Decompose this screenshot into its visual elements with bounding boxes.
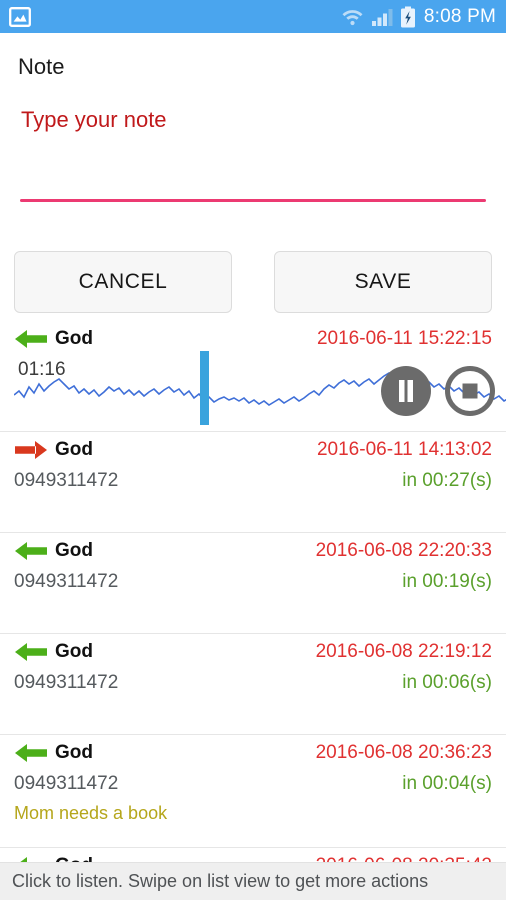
call-duration: in 00:19(s) [402, 571, 492, 592]
stop-button[interactable] [444, 365, 496, 422]
call-row-details: 0949311472 in 00:04(s) [14, 765, 492, 795]
call-duration: in 00:27(s) [402, 470, 492, 491]
table-row[interactable]: God 2016-06-08 20:36:23 0949311472 in 00… [0, 735, 506, 848]
phone-number: 0949311472 [14, 773, 119, 794]
cell-signal-icon [371, 7, 393, 27]
hint-bar: Click to listen. Swipe on list view to g… [0, 862, 506, 900]
save-button[interactable]: SAVE [274, 251, 492, 313]
call-row-header: God 2016-06-08 22:19:12 [14, 634, 492, 664]
phone-number: 0949311472 [14, 672, 119, 693]
playback-playhead[interactable] [200, 351, 209, 425]
note-input[interactable] [20, 105, 486, 137]
call-row-details: 0949311472 in 00:06(s) [14, 664, 492, 694]
note-form: Note [0, 33, 506, 202]
call-row-header: God 2016-06-08 22:20:33 [14, 533, 492, 563]
cancel-button[interactable]: CANCEL [14, 251, 232, 313]
phone-number: 0949311472 [14, 470, 119, 491]
note-input-underline [20, 199, 486, 202]
image-gallery-icon [9, 6, 31, 27]
incoming-call-arrow-icon [14, 642, 48, 662]
call-timestamp: 2016-06-08 20:36:23 [315, 742, 492, 763]
call-duration: in 00:06(s) [402, 672, 492, 693]
android-status-bar: 8:08 PM [0, 0, 506, 33]
outgoing-call-arrow-icon [14, 440, 48, 460]
contact-name: God [55, 641, 93, 662]
call-row-header: God 2016-06-11 15:22:15 [14, 321, 492, 351]
page-title: Note [18, 54, 65, 79]
status-bar-clock: 8:08 PM [423, 5, 496, 27]
call-timestamp: 2016-06-11 15:22:15 [316, 328, 492, 349]
call-row-header: God 2016-06-08 20:36:23 [14, 735, 492, 765]
audio-player[interactable]: 01:16 [14, 351, 506, 427]
waveform [14, 371, 506, 406]
call-row-details: 0949311472 in 00:19(s) [14, 563, 492, 593]
status-bar-notifications [9, 6, 31, 27]
note-action-buttons: CANCEL SAVE [0, 251, 506, 313]
phone-number: 0949311472 [14, 571, 119, 592]
note-input-wrapper [0, 81, 506, 137]
table-row[interactable]: God 2016-06-08 22:20:33 0949311472 in 00… [0, 533, 506, 634]
table-row[interactable]: God 2016-06-08 22:19:12 0949311472 in 00… [0, 634, 506, 735]
call-row-details: 0949311472 in 00:27(s) [14, 462, 492, 492]
pause-button[interactable] [380, 365, 432, 422]
incoming-call-arrow-icon [14, 329, 48, 349]
status-bar-indicators: 8:08 PM [341, 6, 496, 28]
table-row[interactable]: God 2016-06-11 15:22:15 01:16 [0, 321, 506, 432]
call-note: Mom needs a book [14, 803, 168, 823]
call-timestamp: 2016-06-11 14:13:02 [316, 439, 492, 460]
contact-name: God [55, 439, 93, 460]
call-duration: in 00:04(s) [402, 773, 492, 794]
incoming-call-arrow-icon [14, 541, 48, 561]
hint-text: Click to listen. Swipe on list view to g… [12, 871, 429, 891]
app-screen: 8:08 PM Note CANCEL SAVE God 2016-06-11 … [0, 0, 506, 900]
table-row[interactable]: God 2016-06-11 14:13:02 0949311472 in 00… [0, 432, 506, 533]
contact-name: God [55, 540, 93, 561]
call-row-header: God 2016-06-11 14:13:02 [14, 432, 492, 462]
contact-name: God [55, 742, 93, 763]
battery-charging-icon [400, 6, 416, 28]
call-timestamp: 2016-06-08 22:20:33 [315, 540, 492, 561]
playback-elapsed-time: 01:16 [18, 359, 66, 380]
contact-name: God [55, 328, 93, 349]
call-timestamp: 2016-06-08 22:19:12 [315, 641, 492, 662]
wifi-icon [341, 6, 364, 27]
incoming-call-arrow-icon [14, 743, 48, 763]
call-list[interactable]: God 2016-06-11 15:22:15 01:16 God 2016-0… [0, 321, 506, 869]
